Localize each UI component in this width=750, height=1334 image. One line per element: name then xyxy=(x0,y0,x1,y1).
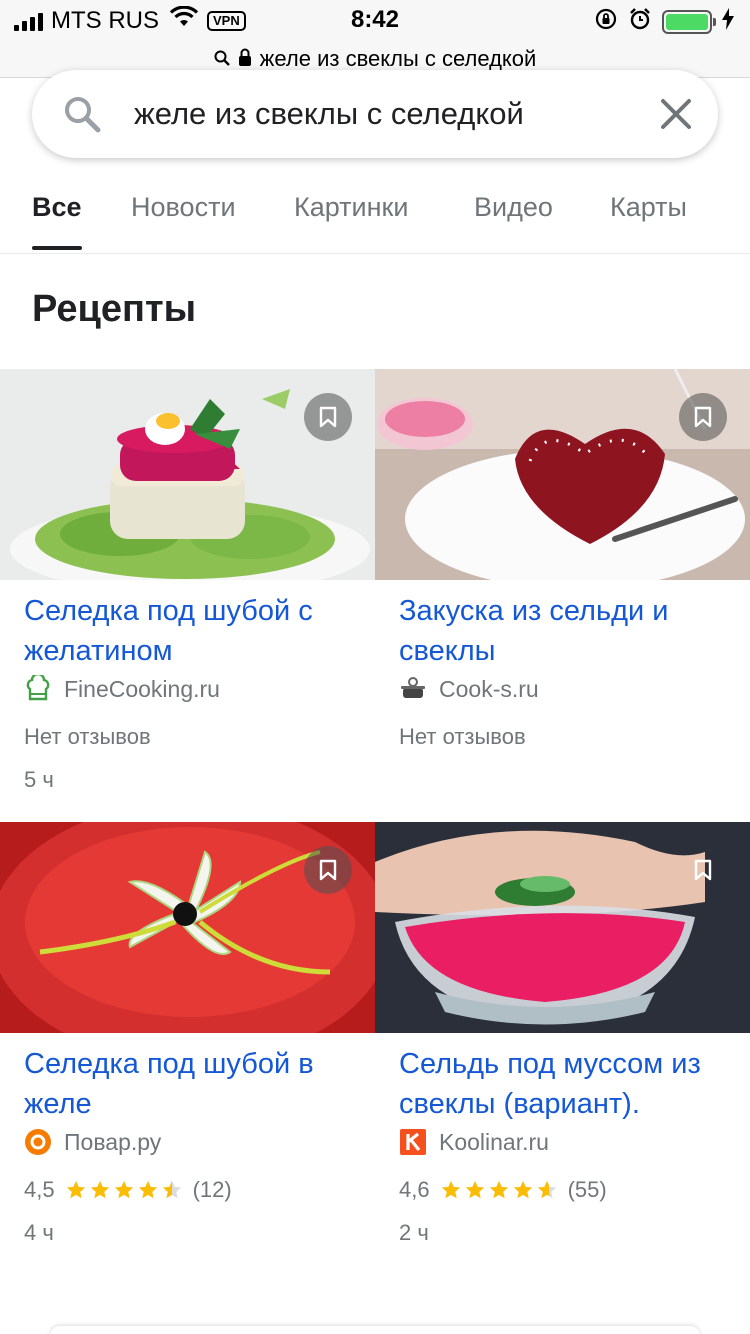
recipe-card[interactable]: Сельдь под муссом из свеклы (вариант). K… xyxy=(375,822,750,1262)
bookmark-button[interactable] xyxy=(679,846,727,894)
charging-icon xyxy=(722,8,734,35)
section-title: Рецепты xyxy=(32,288,197,330)
review-count: (55) xyxy=(567,1177,607,1202)
star-icon xyxy=(90,1180,109,1199)
rating-value: 4,6 xyxy=(399,1177,430,1202)
tab-video[interactable]: Видео xyxy=(474,192,553,252)
alarm-icon xyxy=(628,7,652,36)
reviews-text: Нет отзывов xyxy=(24,724,151,749)
bookmark-button[interactable] xyxy=(304,393,352,441)
recipe-image[interactable] xyxy=(0,822,375,1033)
tab-news[interactable]: Новости xyxy=(131,192,236,252)
recipe-title[interactable]: Селедка под шубой с желатином xyxy=(24,591,360,671)
bookmark-icon xyxy=(319,859,337,881)
status-bar: MTS RUS VPN 8:42 xyxy=(0,0,750,40)
star-icon xyxy=(489,1180,508,1199)
star-rating xyxy=(440,1179,558,1201)
recipe-title[interactable]: Закуска из сельди и свеклы xyxy=(399,591,735,671)
source-name: Повар.ру xyxy=(64,1128,162,1155)
bookmark-button[interactable] xyxy=(679,393,727,441)
recipe-title[interactable]: Селедка под шубой в желе xyxy=(24,1044,360,1124)
star-icon xyxy=(441,1180,460,1199)
half-star-icon xyxy=(537,1180,556,1199)
source-name: Koolinar.ru xyxy=(439,1128,549,1155)
recipe-image[interactable] xyxy=(0,369,375,580)
search-icon xyxy=(214,46,230,72)
rating-row: 4,5 (12) xyxy=(24,1177,232,1203)
review-count: (12) xyxy=(192,1177,232,1202)
recipe-card[interactable]: Селедка под шубой в желе Повар.ру 4,5 (1… xyxy=(0,822,375,1262)
koolinar-logo-icon xyxy=(399,1128,427,1156)
star-icon xyxy=(138,1180,157,1199)
cook-time: 2 ч xyxy=(399,1220,429,1245)
rating-row: 4,6 (55) xyxy=(399,1177,607,1203)
recipe-image[interactable] xyxy=(375,822,750,1033)
povar-logo-icon xyxy=(24,1128,52,1156)
half-star-icon xyxy=(162,1180,181,1199)
star-icon xyxy=(66,1180,85,1199)
search-box[interactable]: желе из свеклы с селедкой xyxy=(32,70,718,158)
star-icon xyxy=(513,1180,532,1199)
chef-hat-icon xyxy=(24,675,52,703)
tab-images[interactable]: Картинки xyxy=(294,192,408,252)
search-icon xyxy=(62,94,102,139)
recipe-card[interactable]: Селедка под шубой с желатином FineCookin… xyxy=(0,369,375,809)
star-icon xyxy=(465,1180,484,1199)
rating-value: 4,5 xyxy=(24,1177,55,1202)
bookmark-icon xyxy=(319,406,337,428)
bookmark-icon xyxy=(694,859,712,881)
star-rating xyxy=(65,1179,183,1201)
recipe-title[interactable]: Сельдь под муссом из свеклы (вариант). xyxy=(399,1044,735,1124)
cook-time: 5 ч xyxy=(24,767,54,792)
source-name: Cook-s.ru xyxy=(439,675,539,702)
cook-time: 4 ч xyxy=(24,1220,54,1245)
star-icon xyxy=(114,1180,133,1199)
url-text: желе из свеклы с селедкой xyxy=(259,45,537,71)
reviews-text: Нет отзывов xyxy=(399,724,526,749)
search-input[interactable]: желе из свеклы с селедкой xyxy=(134,96,524,132)
bookmark-icon xyxy=(694,406,712,428)
tab-all[interactable]: Все xyxy=(32,192,82,252)
next-card-edge xyxy=(50,1326,700,1334)
rotation-lock-icon xyxy=(594,7,618,36)
cook-pot-icon xyxy=(399,675,427,703)
source-name: FineCooking.ru xyxy=(64,675,220,702)
recipe-card[interactable]: Закуска из сельди и свеклы Cook-s.ru Нет… xyxy=(375,369,750,809)
clear-icon[interactable] xyxy=(658,96,694,137)
lock-icon xyxy=(238,46,252,72)
bookmark-button[interactable] xyxy=(304,846,352,894)
tab-maps[interactable]: Карты xyxy=(610,192,687,252)
search-tabs: Все Новости Картинки Видео Карты xyxy=(0,176,750,254)
recipe-image[interactable] xyxy=(375,369,750,580)
battery-icon xyxy=(662,9,716,34)
